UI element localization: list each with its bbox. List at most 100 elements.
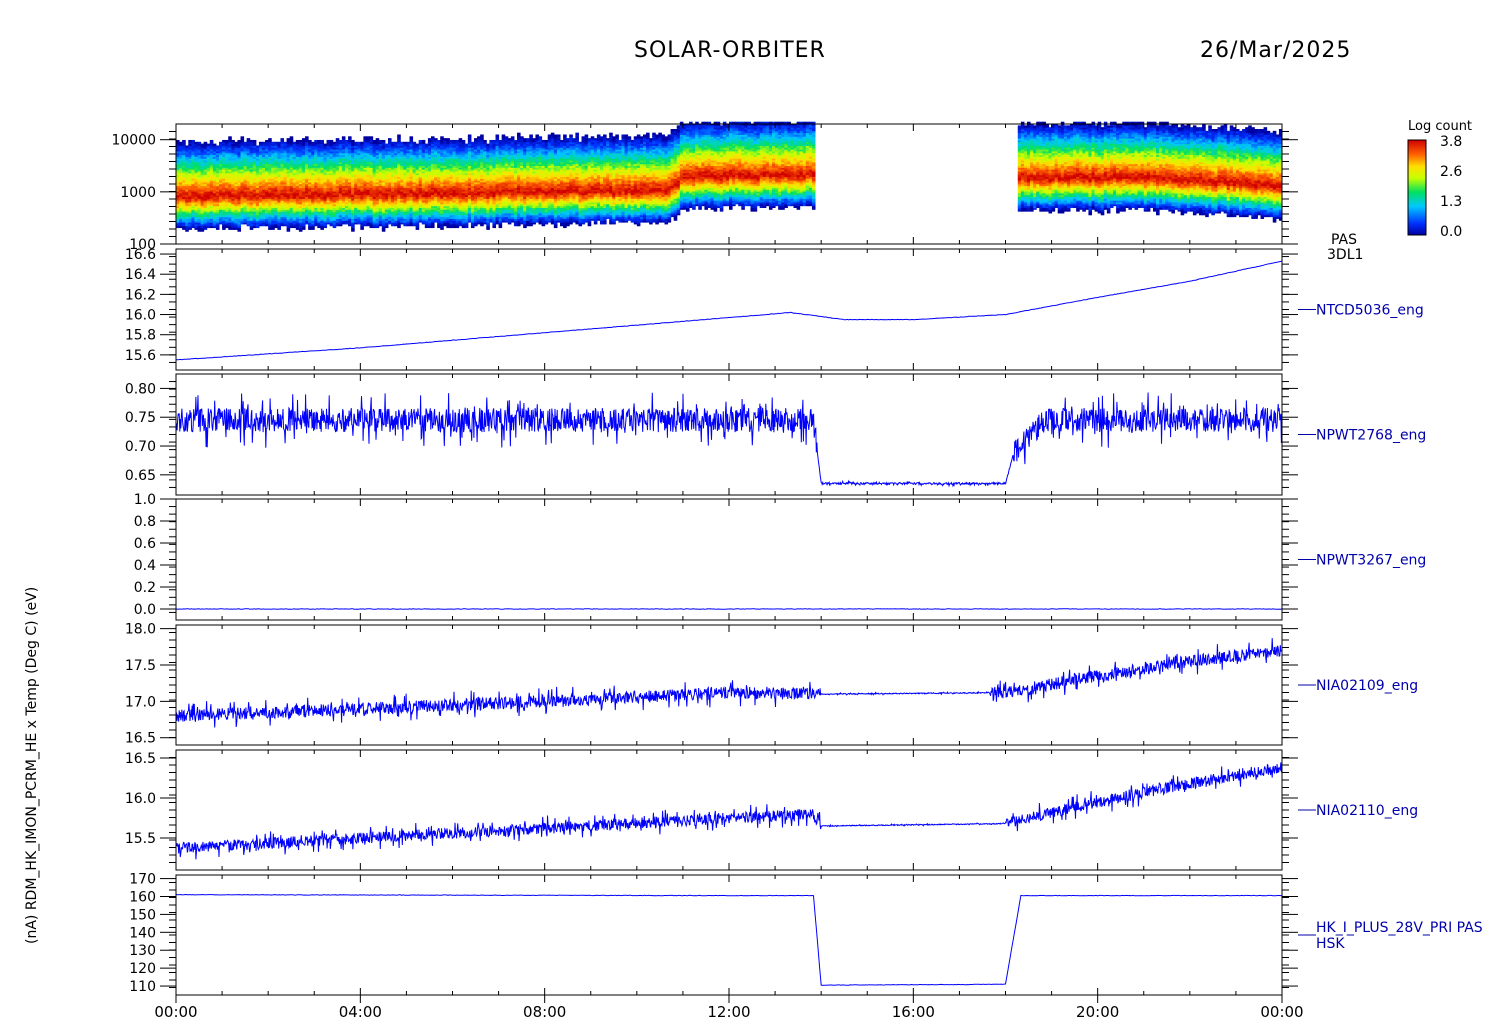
spectrogram-cell — [391, 141, 395, 145]
spectrogram-cell — [308, 139, 312, 143]
spectrogram-cell — [403, 141, 407, 145]
spectrogram-cell — [262, 141, 266, 145]
spectrogram-cell — [474, 138, 478, 141]
spectrogram-cell — [203, 141, 208, 145]
spectrogram-cell — [188, 139, 192, 143]
spectrogram-cell — [338, 139, 343, 143]
spectrogram-cell — [289, 136, 294, 139]
spectrogram-cell — [357, 141, 361, 145]
spectrogram-cell — [206, 143, 211, 146]
spectrogram-cell — [344, 139, 349, 143]
spectrogram-cell — [489, 139, 493, 143]
spectrogram-cell — [394, 141, 398, 145]
spectrogram-cell — [209, 139, 214, 143]
spectrogram-cell — [452, 139, 457, 143]
spectrogram-cell — [418, 139, 423, 143]
spectrogram-cell — [292, 141, 297, 145]
spectrogram-cell — [305, 136, 309, 139]
spectrogram-cell — [363, 136, 367, 139]
spectrogram-cell — [458, 138, 463, 141]
spectrogram-cell — [295, 139, 300, 143]
spectrogram-cell — [486, 143, 490, 146]
spectrogram-cell — [243, 141, 248, 145]
spectrogram-cell — [231, 139, 235, 143]
spectrogram-cell — [480, 134, 484, 137]
spectrogram-cell — [197, 141, 202, 145]
spectrogram-cell — [412, 141, 417, 145]
spectrogram-cell — [237, 139, 242, 143]
spectrogram-cell — [360, 141, 364, 145]
spectrogram-cell — [277, 141, 281, 145]
spectrogram-cell — [440, 136, 444, 139]
spectrogram-cell — [234, 141, 238, 145]
spectrogram-cell — [470, 141, 475, 145]
spectrogram-cell — [397, 134, 401, 137]
spectrogram-cell — [415, 143, 420, 146]
spectrogram-cell — [280, 138, 285, 141]
colorbar — [1407, 139, 1427, 236]
spectrogram-cell — [222, 139, 226, 143]
spectrogram-cell — [323, 143, 328, 146]
spectrogram-cell — [176, 139, 180, 143]
spectrogram-cell — [446, 138, 450, 141]
spectrogram-cell — [252, 139, 257, 143]
spectrogram-cell — [286, 138, 291, 141]
spectrogram-cell — [212, 143, 217, 146]
spectrogram-cell — [406, 141, 410, 145]
spectrogram-cell — [443, 138, 447, 141]
spectrogram-cell — [477, 136, 481, 139]
spectrogram-cell — [268, 138, 272, 141]
spectrogram-cell — [258, 141, 263, 145]
spectrogram-cell — [354, 141, 358, 145]
spectrogram-cell — [274, 141, 278, 145]
spectrogram-cell — [228, 136, 232, 139]
spectrogram-cell — [240, 136, 245, 139]
spectrogram-cell — [341, 136, 346, 139]
spectrogram-cell — [348, 136, 352, 139]
spectrogram-cell — [387, 138, 392, 141]
spectrogram-cell — [430, 136, 435, 139]
spectrogram-cell — [409, 136, 414, 139]
spectrogram-cell — [326, 139, 331, 143]
spectrogram-cell — [185, 145, 189, 148]
stacked-time-series-plot: 100001000100 PAS3DL116.616.416.216.015.81… — [111, 121, 1483, 1020]
spectrogram-cell — [182, 139, 186, 143]
spectrogram-cell — [283, 141, 288, 145]
spectrogram-cell — [311, 141, 315, 145]
spectrogram-cell — [194, 141, 199, 145]
spectrogram-cell — [378, 139, 383, 143]
spectrogram-cell — [320, 139, 324, 143]
spectrogram-cell — [249, 139, 254, 143]
spectrogram-cell — [366, 136, 371, 139]
spectrogram-cell — [384, 143, 389, 146]
spectrogram-cell — [179, 141, 183, 145]
spectrogram-cell — [219, 141, 223, 145]
spectrogram-cell — [271, 141, 275, 145]
spectrogram-cell — [464, 143, 469, 146]
spectrogram-cell — [449, 139, 453, 143]
spectrogram-cell — [200, 143, 205, 146]
spectrogram-cell — [191, 139, 195, 143]
spectrogram-cell — [369, 136, 374, 139]
spectrogram-cell — [335, 138, 340, 141]
spectrogram-cell — [265, 139, 269, 143]
spectrogram-cell — [421, 139, 426, 143]
spectrogram-cell — [329, 139, 334, 143]
spectrogram-cell — [372, 139, 377, 143]
spectrogram-cell — [381, 139, 386, 143]
spectrogram-cell — [255, 145, 260, 148]
spectrogram-cell — [351, 139, 355, 143]
spectrogram-cell — [461, 139, 466, 143]
spectrogram-cell — [246, 138, 251, 141]
spectrogram-cell — [225, 139, 229, 143]
spectrogram-cell — [427, 138, 432, 141]
spectrogram-cell — [301, 138, 306, 141]
spectrogram-cell — [455, 139, 460, 143]
spectrogram-cell — [215, 145, 220, 148]
spectrogram-cell — [317, 139, 321, 143]
spectrogram-cell — [400, 141, 404, 145]
spectrogram-cell — [332, 141, 337, 145]
spectrogram-cell — [467, 134, 472, 137]
spectrogram-cell — [298, 139, 303, 143]
spectrogram-cell — [314, 139, 318, 143]
